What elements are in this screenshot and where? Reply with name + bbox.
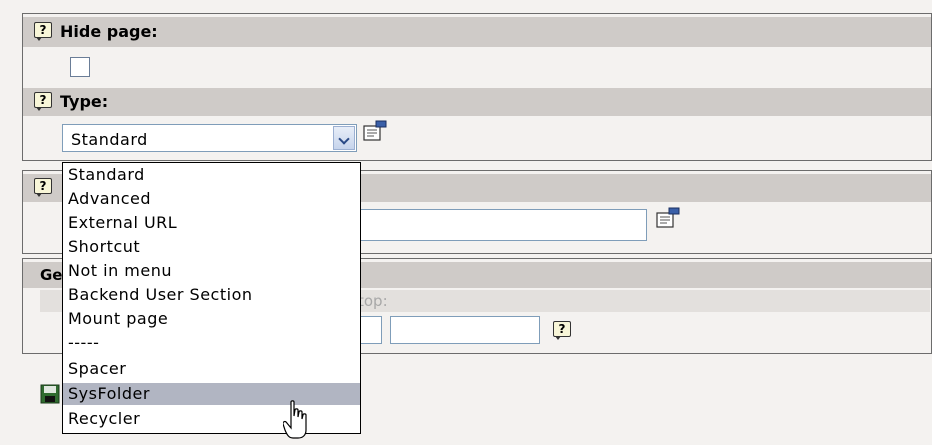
hide-page-label: Hide page: xyxy=(60,22,158,41)
edit-record-icon[interactable] xyxy=(362,120,388,142)
type-label: Type: xyxy=(60,92,109,111)
type-header xyxy=(23,88,931,116)
dropdown-option-external-url[interactable]: External URL xyxy=(63,212,360,234)
type-dropdown-list: Standard Advanced External URL Shortcut … xyxy=(62,162,361,434)
help-icon[interactable]: ? xyxy=(34,178,52,197)
save-icon[interactable] xyxy=(40,384,60,404)
dropdown-option-advanced[interactable]: Advanced xyxy=(63,188,360,210)
edit-record-icon[interactable] xyxy=(655,207,681,229)
hide-page-checkbox[interactable] xyxy=(70,57,90,77)
help-icon[interactable]: ? xyxy=(34,92,52,111)
dropdown-option-backend-user-section[interactable]: Backend User Section xyxy=(63,284,360,306)
help-icon[interactable]: ? xyxy=(34,22,52,41)
second-field-input[interactable] xyxy=(355,209,647,241)
dropdown-option-not-in-menu[interactable]: Not in menu xyxy=(63,260,360,282)
hide-page-header xyxy=(23,17,931,47)
stop-label: top: xyxy=(358,292,388,310)
dropdown-option-shortcut[interactable]: Shortcut xyxy=(63,236,360,258)
chevron-down-icon[interactable] xyxy=(333,126,355,150)
dropdown-option-standard[interactable]: Standard xyxy=(63,164,360,186)
dropdown-option-sysfolder[interactable]: SysFolder xyxy=(63,383,360,405)
dropdown-option-mount-page[interactable]: Mount page xyxy=(63,308,360,330)
dropdown-option-spacer[interactable]: Spacer xyxy=(63,358,360,380)
hand-pointer-icon xyxy=(283,400,307,439)
general-header-label: Ge xyxy=(40,266,63,284)
dropdown-option-recycler[interactable]: Recycler xyxy=(63,408,360,430)
dropdown-option-separator[interactable]: ----- xyxy=(63,332,360,354)
stop-date-input[interactable] xyxy=(390,316,540,344)
type-select[interactable]: Standard xyxy=(62,124,357,152)
type-select-value: Standard xyxy=(71,130,148,149)
help-icon[interactable]: ? xyxy=(553,321,571,340)
